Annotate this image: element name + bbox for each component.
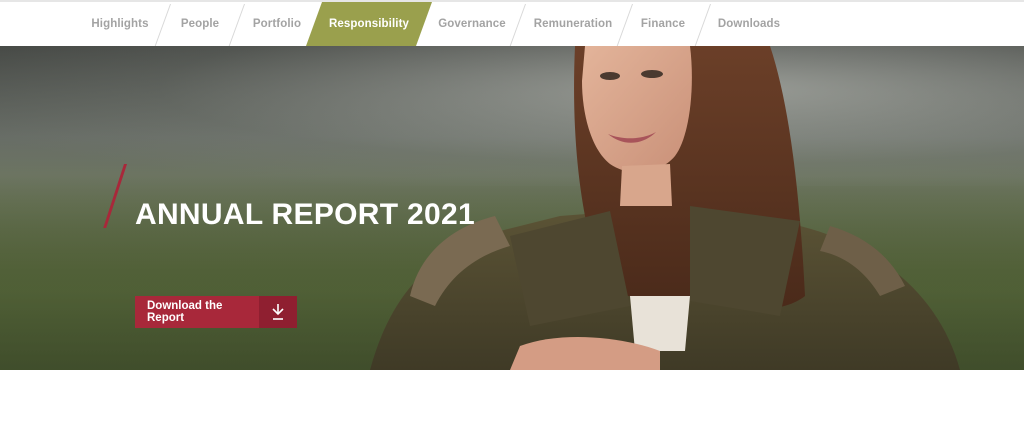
main-nav: Highlights People Portfolio Responsibili… — [0, 2, 1024, 46]
nav-item-downloads[interactable]: Downloads — [708, 2, 790, 46]
nav-item-people[interactable]: People — [166, 2, 234, 46]
nav-item-remuneration[interactable]: Remuneration — [522, 2, 624, 46]
nav-item-finance[interactable]: Finance — [632, 2, 694, 46]
page-title: ANNUAL REPORT 2021 — [135, 198, 475, 231]
nav-item-highlights[interactable]: Highlights — [82, 2, 158, 46]
nav-item-portfolio[interactable]: Portfolio — [242, 2, 312, 46]
download-report-label: Download the Report — [135, 296, 259, 328]
download-report-button[interactable]: Download the Report — [135, 296, 297, 328]
nav-item-responsibility[interactable]: Responsibility — [306, 2, 432, 46]
nav-item-governance[interactable]: Governance — [432, 2, 512, 46]
download-icon — [259, 296, 297, 328]
hero-banner: ANNUAL REPORT 2021 Download the Report — [0, 46, 1024, 370]
